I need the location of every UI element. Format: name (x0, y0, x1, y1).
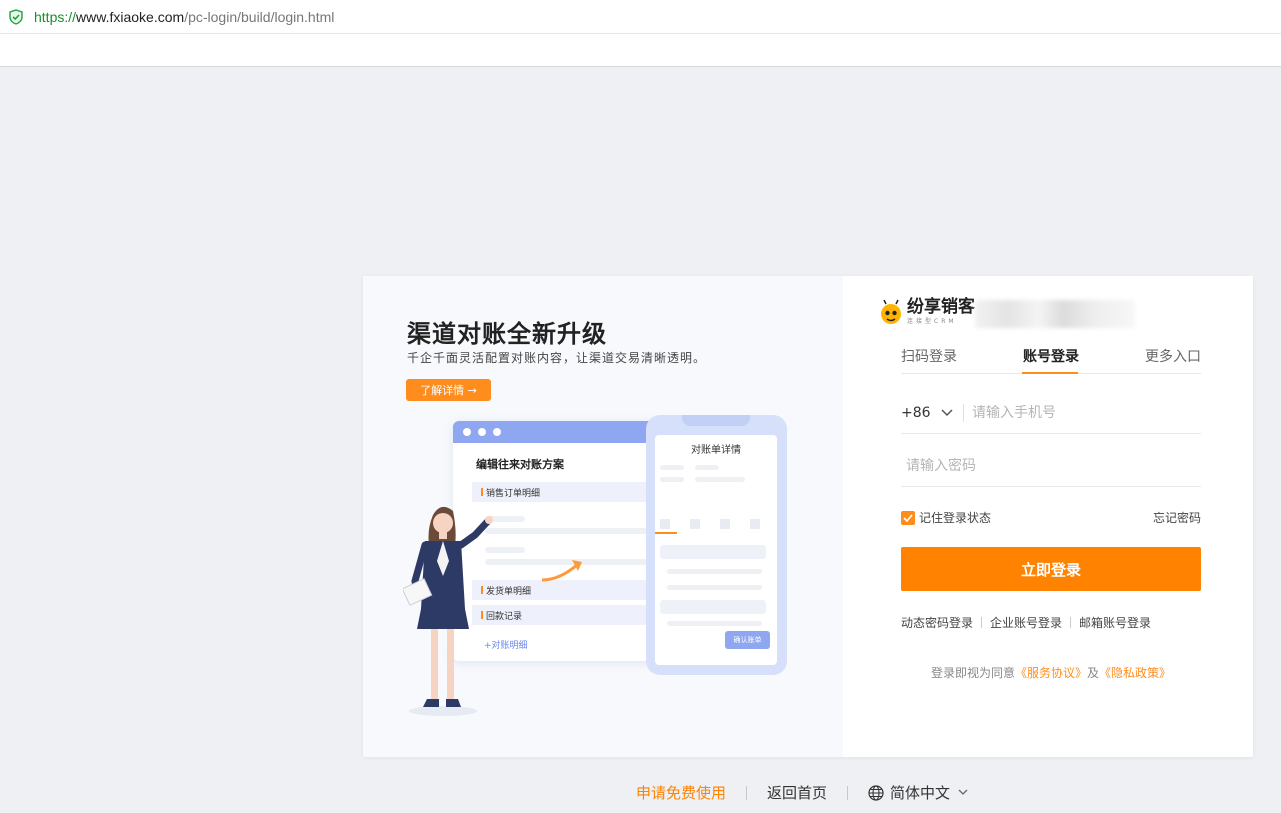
logo-subtext: 连接型CRM (907, 318, 957, 325)
password-field (901, 445, 1201, 487)
check-icon (903, 513, 913, 522)
agree-and: 及 (1087, 666, 1100, 680)
phone-tab-square (660, 519, 670, 529)
promo-panel: 渠道对账全新升级 千企千面灵活配置对账内容，让渠道交易清晰透明。 了解详情 → … (363, 276, 843, 757)
phone-tab-square (750, 519, 760, 529)
enterprise-account-login-link[interactable]: 企业账号登录 (990, 614, 1062, 631)
brand-logo: 纷享销客 连接型CRM (879, 298, 975, 325)
divider (1070, 617, 1072, 628)
divider (746, 785, 748, 800)
phone-confirm-button: 确认账单 (725, 631, 770, 649)
secure-shield-icon (9, 8, 23, 25)
desk-title: 编辑往来对账方案 (476, 458, 564, 471)
chevron-down-icon[interactable] (941, 408, 953, 417)
tab-qr-login[interactable]: 扫码登录 (901, 346, 957, 366)
desk-row: 销售订单明细 (472, 482, 652, 502)
remember-login[interactable]: 记住登录状态 (901, 509, 991, 526)
active-tab-indicator (1022, 372, 1078, 374)
phone-line (667, 585, 762, 590)
tab-more-entries[interactable]: 更多入口 (1145, 346, 1201, 366)
forgot-password-link[interactable]: 忘记密码 (1153, 509, 1201, 526)
tab-account-login[interactable]: 账号登录 (1023, 346, 1079, 366)
window-dot-icon (478, 428, 486, 436)
phone-line (667, 621, 762, 626)
divider (847, 785, 849, 800)
login-tabs: 扫码登录 账号登录 更多入口 (901, 336, 1201, 374)
dynamic-password-login-link[interactable]: 动态密码登录 (901, 614, 973, 631)
promo-subtitle: 千企千面灵活配置对账内容，让渠道交易清晰透明。 (407, 351, 707, 365)
phone-tab-square (720, 519, 730, 529)
phone-line (695, 465, 719, 470)
agree-prefix: 登录即视为同意 (931, 666, 1016, 680)
window-dot-icon (493, 428, 501, 436)
bee-logo-icon (881, 299, 901, 324)
login-submit-button[interactable]: 立即登录 (901, 547, 1201, 591)
remember-checkbox[interactable] (901, 510, 915, 525)
window-titlebar (453, 421, 663, 443)
language-selector[interactable]: 简体中文 (890, 782, 950, 803)
url-text[interactable]: https://www.fxiaoke.com/pc-login/build/l… (34, 9, 334, 25)
country-code-select[interactable]: +86 (901, 405, 941, 421)
window-dot-icon (463, 428, 471, 436)
browser-toolbar (0, 34, 1281, 67)
promo-title: 渠道对账全新升级 (407, 320, 607, 348)
phone-field: +86 (901, 392, 1201, 434)
blurred-region (975, 300, 1135, 328)
phone-line (660, 465, 684, 470)
service-agreement-link[interactable]: 《服务协议》 (1015, 666, 1087, 680)
phone-screen: 对账单详情 确认账单 (655, 435, 777, 665)
phone-line (695, 477, 745, 482)
page-footer: 申请免费使用 返回首页 简体中文 (636, 782, 968, 803)
businesswoman-illustration-icon (403, 506, 493, 716)
back-home-link[interactable]: 返回首页 (767, 782, 827, 803)
agreement-notice: 登录即视为同意《服务协议》及《隐私政策》 (931, 664, 1171, 681)
phone-row (660, 600, 766, 614)
arrow-illustration-icon (541, 560, 582, 582)
phone-line (660, 477, 684, 482)
chevron-down-icon[interactable] (958, 789, 968, 796)
learn-more-button[interactable]: 了解详情 → (406, 379, 491, 401)
password-input[interactable] (901, 457, 1181, 474)
login-card: 渠道对账全新升级 千企千面灵活配置对账内容，让渠道交易清晰透明。 了解详情 → … (363, 276, 1253, 757)
alternate-login-methods: 动态密码登录 企业账号登录 邮箱账号登录 (901, 614, 1151, 631)
browser-address-bar[interactable]: https://www.fxiaoke.com/pc-login/build/l… (0, 0, 1281, 34)
phone-tab-indicator (655, 532, 677, 534)
globe-icon[interactable] (868, 784, 884, 801)
phone-tab-square (690, 519, 700, 529)
desk-row: 回款记录 (472, 605, 652, 625)
phone-title: 对账单详情 (691, 445, 741, 456)
phone-input[interactable] (972, 404, 1192, 421)
phone-row (660, 545, 766, 559)
logo-text: 纷享销客 (907, 297, 975, 317)
phone-notch (682, 415, 750, 426)
remember-label: 记住登录状态 (919, 511, 992, 525)
email-account-login-link[interactable]: 邮箱账号登录 (1079, 614, 1151, 631)
divider (981, 617, 983, 628)
free-trial-link[interactable]: 申请免费使用 (636, 782, 726, 803)
privacy-policy-link[interactable]: 《隐私政策》 (1099, 666, 1171, 680)
illustration-phone: 对账单详情 确认账单 (646, 415, 787, 675)
phone-line (667, 569, 762, 574)
field-divider (963, 403, 964, 422)
desk-line (485, 528, 650, 534)
